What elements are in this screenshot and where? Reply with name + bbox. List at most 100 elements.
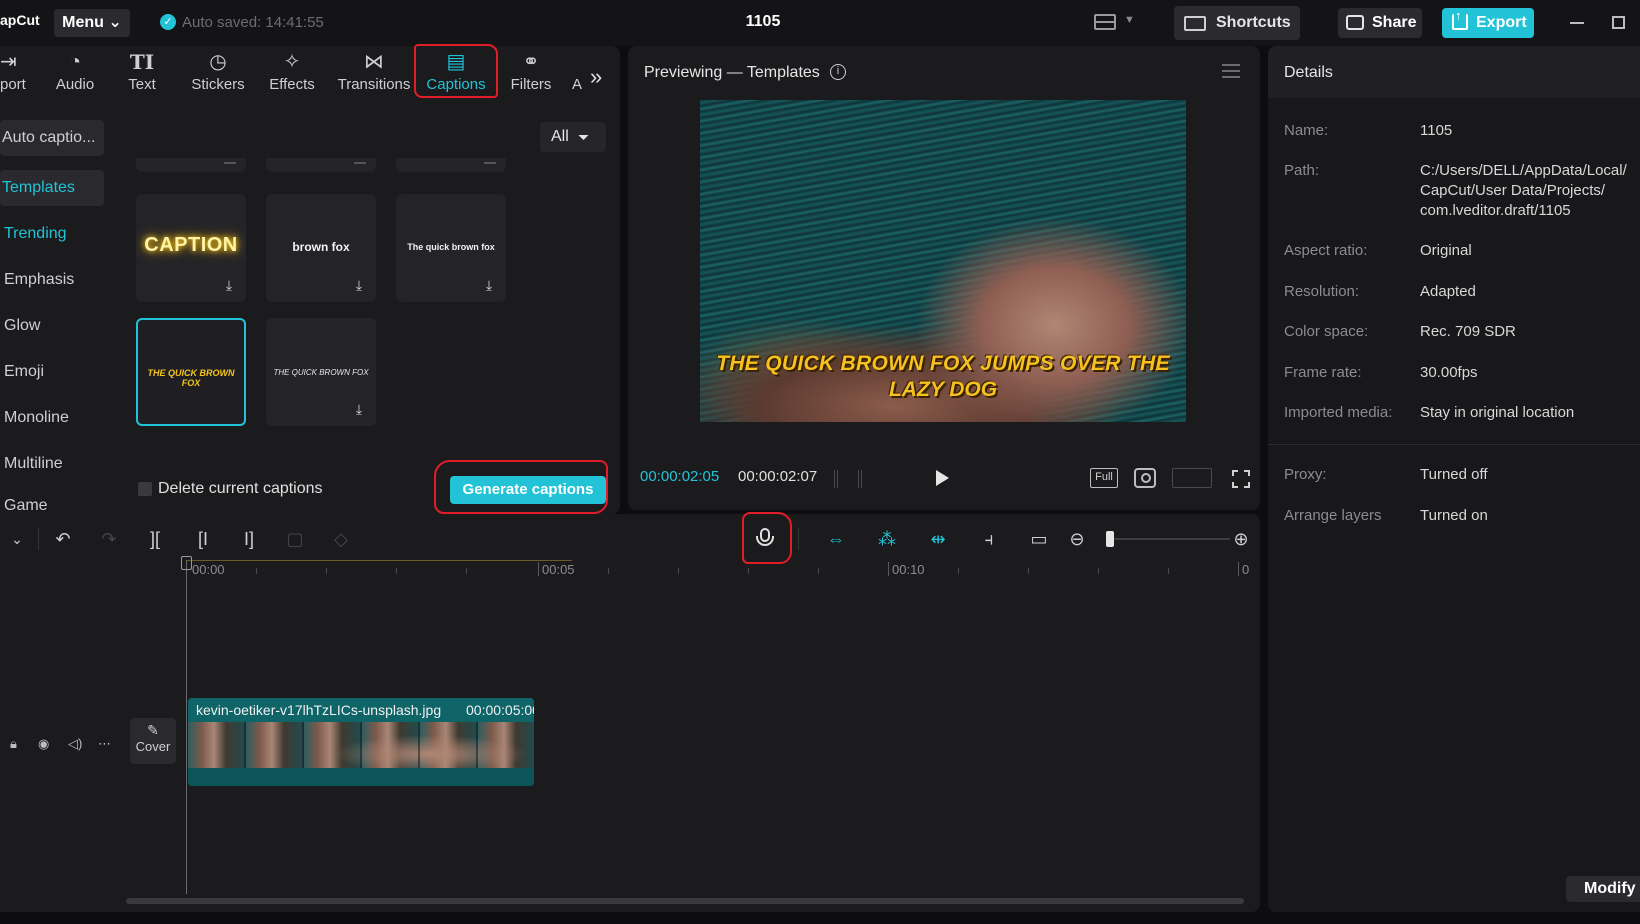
clip-duration: 00:00:05:00 [466, 702, 534, 718]
layout-icon[interactable] [1094, 14, 1116, 30]
download-icon[interactable]: ⤓ [350, 400, 368, 418]
category-monoline[interactable]: Monoline [0, 400, 104, 436]
zoom-slider-track[interactable] [1110, 538, 1230, 540]
category-game[interactable]: Game [0, 492, 104, 510]
snap-icon[interactable]: ⁂ [876, 528, 898, 550]
toolbar-item-transitions[interactable]: ⋈ Transitions [334, 50, 414, 100]
lock-icon[interactable]: 🔒︎ [10, 736, 17, 752]
delete-captions-label[interactable]: Delete current captions [158, 480, 323, 498]
toolbar-item-text[interactable]: TI Text [122, 50, 162, 100]
monitor-icon[interactable]: ▭ [1028, 528, 1050, 550]
template-preview-text: CAPTION [144, 234, 238, 256]
toolbar-item-import[interactable]: ⇥ port [0, 50, 40, 100]
toolbar-item-adjust[interactable]: A [570, 50, 584, 100]
delete-icon[interactable]: ▢ [284, 528, 306, 550]
details-title: Details [1284, 64, 1333, 81]
split-view-icon[interactable]: ⫞ [978, 528, 1000, 550]
undo-icon[interactable]: ↶ [52, 528, 74, 550]
ruler-major-tick [888, 562, 889, 576]
detail-label-resolution: Resolution: [1284, 283, 1360, 300]
shortcuts-button[interactable]: Shortcuts [1174, 6, 1300, 40]
chevron-down-icon[interactable]: ⌄ [6, 528, 28, 550]
export-button[interactable]: Export [1442, 8, 1534, 38]
menu-button[interactable]: Menu ⌄ [54, 9, 130, 37]
detail-label-frame-rate: Frame rate: [1284, 364, 1362, 381]
category-trending[interactable]: Trending [0, 216, 104, 252]
template-tile-italic-cyan[interactable]: THE QUICK BROWN FOX ⤓ [266, 318, 376, 426]
split-left-icon[interactable]: [I [192, 528, 214, 550]
ruler-tick [958, 568, 959, 574]
zoom-out-icon[interactable]: ⊖ [1066, 528, 1088, 550]
category-templates[interactable]: Templates [0, 170, 104, 206]
filter-icon: ⏷ [578, 129, 590, 145]
modify-button[interactable]: Modify [1566, 876, 1640, 902]
category-glow[interactable]: Glow [0, 308, 104, 344]
more-icon[interactable]: ⋯ [98, 736, 111, 752]
ruler-major-tick [1238, 562, 1239, 576]
ruler-progress-line [186, 560, 572, 561]
highlight-annotation [434, 460, 608, 514]
template-tile-partial[interactable] [136, 158, 246, 172]
ruler-label: 00:05 [542, 562, 575, 577]
caption-overlay-line-1[interactable]: THE QUICK BROWN FOX JUMPS OVER THE [700, 352, 1186, 376]
toolbar-item-audio[interactable]: ◔ Audio [50, 50, 100, 100]
split-icon[interactable]: ][ [144, 528, 166, 550]
playhead-handle[interactable] [181, 556, 192, 570]
template-tile-partial[interactable] [266, 158, 376, 172]
toolbar-item-effects[interactable]: ✧ Effects [264, 50, 320, 100]
zoom-slider-knob[interactable] [1106, 531, 1114, 547]
category-multiline[interactable]: Multiline [0, 446, 104, 482]
caption-category-list: Auto captio... Templates Trending Emphas… [0, 110, 122, 510]
link-icon[interactable]: ⇔ [825, 528, 847, 550]
template-tile-brown-fox[interactable]: brown fox ⤓ [266, 194, 376, 302]
template-tile-quick-brown-fox[interactable]: The quick brown fox ⤓ [396, 194, 506, 302]
template-tile-partial[interactable] [396, 158, 506, 172]
category-emphasis[interactable]: Emphasis [0, 262, 104, 298]
project-title[interactable]: 1105 [720, 13, 806, 31]
auto-captions-button[interactable]: Auto captio... [0, 120, 104, 156]
current-time: 00:00:02:05 [640, 468, 720, 485]
share-icon [1346, 15, 1364, 30]
highlight-annotation [742, 512, 792, 564]
delete-captions-checkbox[interactable] [138, 482, 152, 496]
fullscreen-icon[interactable] [1232, 470, 1250, 488]
zoom-fit-icon[interactable] [1134, 468, 1156, 488]
split-right-icon[interactable]: I] [238, 528, 260, 550]
detail-value-path-line3: com.lveditor.draft/1105 [1420, 202, 1571, 219]
info-icon[interactable]: i [830, 64, 846, 80]
playhead-line[interactable] [186, 560, 187, 894]
toolbar-item-stickers[interactable]: ◷ Stickers [186, 50, 250, 100]
download-icon[interactable]: ⤓ [220, 276, 238, 294]
download-icon[interactable]: ⤓ [480, 276, 498, 294]
cover-button[interactable]: ✎ Cover [130, 718, 176, 764]
play-icon[interactable] [936, 470, 949, 486]
double-chevron-right-icon[interactable]: » [590, 64, 602, 90]
redo-icon[interactable]: ↷ [98, 528, 120, 550]
video-clip[interactable]: kevin-oetiker-v17lhTzLICs-unsplash.jpg 0… [188, 698, 534, 786]
ruler-tick [678, 568, 679, 574]
aspect-ratio-button[interactable] [1172, 468, 1212, 488]
template-tile-yellow-italic[interactable]: THE QUICK BROWN FOX [136, 318, 246, 426]
caption-overlay-line-2[interactable]: LAZY DOG [700, 378, 1186, 402]
quality-full-button[interactable]: Full [1090, 468, 1118, 488]
category-emoji[interactable]: Emoji [0, 354, 104, 390]
menu-icon[interactable] [1222, 64, 1240, 78]
download-icon[interactable]: ⤓ [350, 276, 368, 294]
minimize-icon[interactable] [1570, 22, 1584, 24]
filter-dropdown[interactable]: All ⏷ [540, 122, 606, 152]
timeline-scrollbar[interactable] [126, 898, 1244, 904]
eye-icon[interactable]: ◉ [38, 736, 49, 752]
speaker-icon[interactable]: ◁) [68, 736, 82, 752]
shield-icon[interactable]: ◇ [330, 528, 352, 550]
detail-label-name: Name: [1284, 122, 1329, 139]
zoom-in-icon[interactable]: ⊕ [1230, 528, 1252, 550]
toolbar-item-filters[interactable]: ⚭ Filters [506, 50, 556, 100]
share-button[interactable]: Share [1338, 8, 1422, 38]
timecode-icon[interactable] [834, 470, 862, 488]
preview-axis-icon[interactable]: ⇹ [927, 528, 949, 550]
detail-value-path-line2: CapCut/User Data/Projects/ [1420, 182, 1606, 199]
chevron-down-icon[interactable]: ▼ [1124, 14, 1135, 26]
restore-icon[interactable] [1612, 16, 1625, 29]
detail-label-proxy: Proxy: [1284, 466, 1327, 483]
template-tile-caption-glow[interactable]: CAPTION ⤓ [136, 194, 246, 302]
